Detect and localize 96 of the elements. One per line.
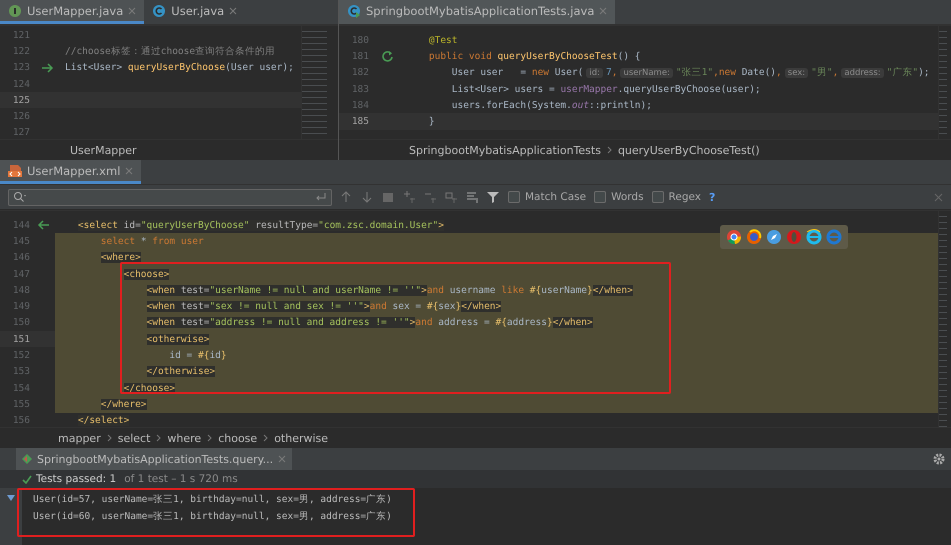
chevron-icon [106, 434, 112, 442]
file-type-icon [8, 164, 22, 178]
line-number: 144 [12, 220, 30, 231]
search-icon[interactable] [13, 191, 27, 203]
editor-tab[interactable]: SpringbootMybatisApplicationTests.java [339, 0, 616, 24]
line-number: 127 [12, 127, 30, 138]
checkbox[interactable] [594, 191, 606, 203]
down-arrow-icon[interactable] [361, 191, 374, 203]
close-icon[interactable] [278, 455, 286, 463]
caret-icon[interactable] [6, 494, 16, 502]
code-line: List<User> queryUserByChoose(User user); [65, 61, 295, 76]
chevron-icon [263, 434, 268, 442]
filter-icon[interactable] [487, 191, 500, 203]
checkbox[interactable] [652, 191, 664, 203]
breadcrumb-item[interactable]: SpringbootMybatisApplicationTests [409, 144, 601, 156]
checkbox-option[interactable]: Match Case [508, 191, 586, 203]
search-field[interactable] [8, 188, 332, 206]
left-arrow-icon[interactable] [36, 219, 50, 232]
browser-icon[interactable] [766, 229, 782, 245]
breadcrumb-item[interactable]: choose [218, 432, 258, 444]
chevron-icon [156, 434, 162, 442]
line-number: 148 [12, 284, 30, 296]
line-number: 152 [12, 350, 30, 362]
breadcrumb-item[interactable]: mapper [58, 432, 101, 444]
code-line: <select id="queryUserByChoose" resultType="com.zsc.domain.User"> [76, 218, 445, 233]
line-number: 183 [350, 84, 369, 95]
console-output-line: User(id=57, userName=张三1, birthday=null, sex=男, address=广东) [33, 493, 392, 507]
line-number: 150 [12, 317, 30, 328]
console-output-line: User(id=60, userName=张三1, birthday=null, sex=男, address=广东) [33, 510, 392, 524]
close-icon[interactable] [229, 6, 238, 14]
code-line: List<User> users = userMapper.queryUserByChoose(user); [450, 82, 762, 97]
help-link[interactable]: ? [709, 190, 716, 204]
line-number: 147 [12, 268, 30, 280]
line-number: 180 [350, 34, 369, 46]
close-icon[interactable] [599, 6, 608, 14]
line-number: 185 [350, 116, 369, 128]
line-number: 146 [12, 252, 30, 264]
remove-occurrence-icon[interactable] [424, 191, 437, 203]
editor-tab[interactable]: UserMapper.java [0, 0, 144, 24]
file-type-icon [8, 4, 22, 18]
breadcrumb-item[interactable]: otherwise [274, 432, 328, 444]
line-number: 125 [12, 94, 30, 106]
checkbox-option[interactable]: Words [594, 191, 644, 203]
up-arrow-icon[interactable] [340, 191, 353, 203]
test-duration: of 1 test – 1 s 720 ms [124, 473, 238, 485]
breadcrumb-item[interactable]: select [118, 432, 150, 444]
code-line: public void queryUserByChooseTest() { [428, 50, 642, 64]
line-number: 122 [12, 46, 30, 57]
file-type-icon [152, 4, 166, 18]
line-number: 124 [12, 78, 30, 90]
line-number: 184 [350, 100, 369, 111]
line-number: 156 [12, 415, 30, 426]
close-icon[interactable] [125, 166, 134, 174]
code-line: //choose标签：通过choose查询符合条件的用 [65, 44, 276, 59]
run-tab[interactable]: SpringbootMybatisApplicationTests.query... [16, 448, 292, 470]
chevron-icon [606, 146, 612, 154]
line-number: 151 [12, 334, 30, 345]
enter-icon[interactable] [315, 192, 327, 202]
line-number: 155 [12, 398, 30, 410]
select-all-icon[interactable] [382, 191, 395, 203]
line-number: 123 [12, 62, 30, 74]
checkbox-option[interactable]: Regex [652, 191, 701, 203]
breadcrumb-item[interactable]: where [167, 432, 202, 444]
line-number: 121 [12, 30, 30, 41]
test-run-icon [22, 454, 32, 464]
checkbox[interactable] [508, 191, 520, 203]
browser-icon[interactable] [746, 229, 762, 245]
file-type-icon [347, 4, 361, 18]
list-icon[interactable] [466, 191, 479, 203]
check-icon [22, 474, 32, 484]
code-line: users.forEach(System.out::println); [450, 98, 653, 113]
select-occurrences-icon[interactable] [445, 191, 458, 203]
test-status: Tests passed: 1 [36, 473, 116, 485]
line-number: 149 [12, 301, 30, 312]
editor-tab[interactable]: User.java [144, 0, 246, 24]
settings-icon[interactable] [933, 453, 945, 465]
right-arrow-icon[interactable] [40, 62, 54, 74]
line-number: 145 [12, 236, 30, 247]
browser-icon[interactable] [726, 229, 742, 245]
breadcrumb-item[interactable]: queryUserByChooseTest() [618, 144, 760, 156]
line-number: 154 [12, 382, 30, 394]
add-occurrence-icon[interactable] [403, 191, 416, 203]
close-icon[interactable] [934, 192, 943, 202]
line-number: 126 [12, 111, 30, 122]
editor-tab[interactable]: UserMapper.xml [0, 160, 142, 184]
line-number: 153 [12, 366, 30, 378]
breadcrumb-item[interactable]: UserMapper [70, 144, 137, 156]
code-line: User user = new User( id: 7, userName: "张三1",new Date(), sex: "男", address: "广东"); [450, 66, 931, 80]
code-line: } [428, 115, 436, 130]
line-number: 182 [350, 67, 369, 78]
line-number: 181 [350, 50, 369, 62]
code-line: @Test [428, 34, 458, 48]
chevron-icon [207, 434, 212, 442]
run-icon[interactable] [380, 50, 394, 62]
close-icon[interactable] [128, 6, 136, 14]
browser-icon[interactable] [806, 229, 822, 245]
